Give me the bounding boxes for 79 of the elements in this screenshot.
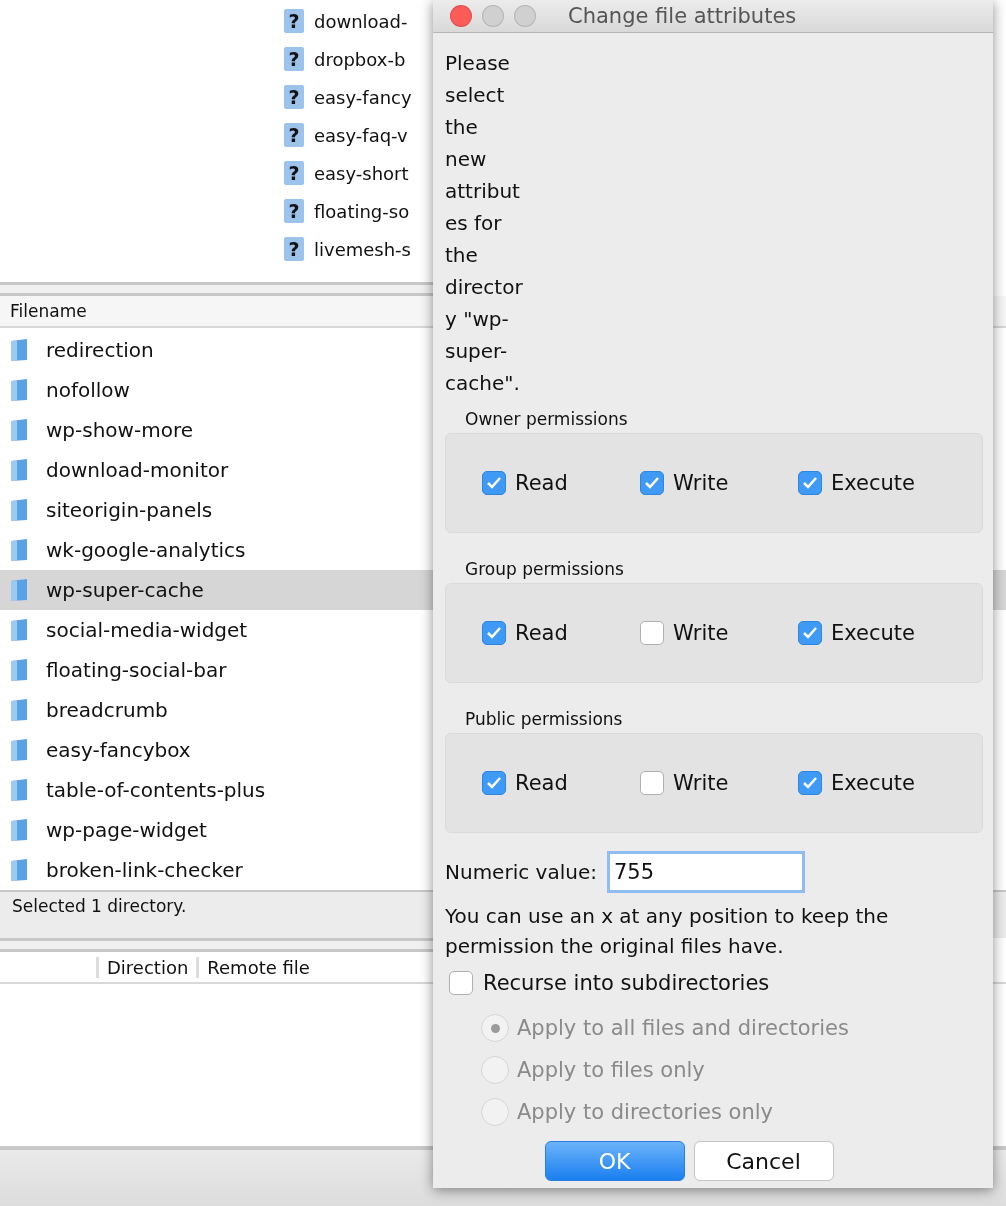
- checkbox-label: Write: [673, 771, 729, 795]
- column-title[interactable]: Filename: [0, 301, 87, 321]
- checkbox-icon[interactable]: [482, 621, 506, 645]
- folder-icon: [8, 698, 30, 722]
- unknown-file-icon: ?: [284, 123, 304, 147]
- group-label: Owner permissions: [465, 409, 629, 429]
- tree-item[interactable]: easy-faq-v: [314, 124, 408, 146]
- folder-icon: [8, 618, 30, 642]
- folder-icon: [8, 658, 30, 682]
- cancel-button[interactable]: Cancel: [693, 1141, 834, 1181]
- checkbox-label: Read: [515, 621, 568, 645]
- checkbox-icon[interactable]: [798, 771, 822, 795]
- unknown-file-icon: ?: [284, 237, 304, 261]
- folder-icon: [8, 538, 30, 562]
- checkbox-icon[interactable]: [640, 621, 664, 645]
- message-text: Please select the new attributes for the directory "wp-super-cache".: [445, 50, 524, 397]
- checkbox-icon[interactable]: [449, 971, 473, 995]
- folder-icon: [8, 778, 30, 802]
- checkbox-label: Execute: [831, 471, 915, 495]
- permission-checkbox[interactable]: Read: [482, 471, 640, 495]
- radio-label: Apply to directories only: [517, 1100, 774, 1124]
- column-title[interactable]: Remote file: [196, 956, 318, 978]
- checkbox-icon[interactable]: [482, 771, 506, 795]
- column-title[interactable]: Direction: [96, 956, 197, 978]
- permission-checkbox[interactable]: Execute: [798, 621, 956, 645]
- checkbox-label: Recurse into subdirectories: [483, 971, 770, 995]
- checkbox-label: Read: [515, 471, 568, 495]
- checkbox-icon[interactable]: [798, 471, 822, 495]
- permission-checkbox[interactable]: Write: [640, 471, 798, 495]
- checkbox-label: Execute: [831, 621, 915, 645]
- permission-checkbox[interactable]: Read: [482, 621, 640, 645]
- unknown-file-icon: ?: [284, 47, 304, 71]
- window-title: Change file attributes: [568, 4, 797, 28]
- folder-icon: [8, 378, 30, 402]
- tree-item[interactable]: livemesh-s: [314, 238, 411, 260]
- unknown-file-icon: ?: [284, 9, 304, 33]
- group-label: Group permissions: [465, 559, 625, 579]
- hint-text: You can use an x at any position to keep the permission the original files have.: [445, 903, 890, 960]
- unknown-file-icon: ?: [284, 199, 304, 223]
- folder-icon: [8, 338, 30, 362]
- tree-item[interactable]: floating-so: [314, 200, 410, 222]
- permission-checkbox[interactable]: Read: [482, 771, 640, 795]
- tree-item[interactable]: dropbox-b: [314, 48, 406, 70]
- folder-icon: [8, 578, 30, 602]
- checkbox-icon[interactable]: [482, 471, 506, 495]
- checkbox-label: Execute: [831, 771, 915, 795]
- checkbox-icon[interactable]: [640, 471, 664, 495]
- checkbox-icon[interactable]: [640, 771, 664, 795]
- unknown-file-icon: ?: [284, 161, 304, 185]
- status-text: Selected 1 directory.: [12, 896, 187, 916]
- radio-label: Apply to all files and directories: [517, 1016, 849, 1040]
- field-label: Numeric value:: [445, 860, 597, 884]
- checkbox-label: Read: [515, 771, 568, 795]
- permission-checkbox[interactable]: Execute: [798, 771, 956, 795]
- checkbox-icon[interactable]: [798, 621, 822, 645]
- radio-label: Apply to files only: [517, 1058, 705, 1082]
- numeric-field[interactable]: 755: [606, 851, 805, 893]
- folder-icon: [8, 418, 30, 442]
- tree-item[interactable]: download-: [314, 10, 408, 32]
- tree-item[interactable]: easy-short: [314, 162, 409, 184]
- checkbox-label: Write: [673, 471, 729, 495]
- recurse-checkbox[interactable]: Recurse into subdirectories: [449, 965, 983, 1001]
- pane-splitter[interactable]: [0, 938, 433, 952]
- permission-checkbox[interactable]: Write: [640, 621, 798, 645]
- pane-splitter[interactable]: [0, 282, 433, 296]
- close-icon[interactable]: [450, 5, 472, 27]
- folder-icon: [8, 458, 30, 482]
- group-label: Public permissions: [465, 709, 624, 729]
- unknown-file-icon: ?: [284, 85, 304, 109]
- permission-checkbox[interactable]: Write: [640, 771, 798, 795]
- folder-icon: [8, 498, 30, 522]
- zoom-icon[interactable]: [514, 5, 536, 27]
- permission-checkbox[interactable]: Execute: [798, 471, 956, 495]
- checkbox-label: Write: [673, 621, 729, 645]
- minimize-icon[interactable]: [482, 5, 504, 27]
- folder-icon: [8, 738, 30, 762]
- folder-icon: [8, 858, 30, 882]
- tree-item[interactable]: easy-fancy: [314, 86, 412, 108]
- folder-icon: [8, 818, 30, 842]
